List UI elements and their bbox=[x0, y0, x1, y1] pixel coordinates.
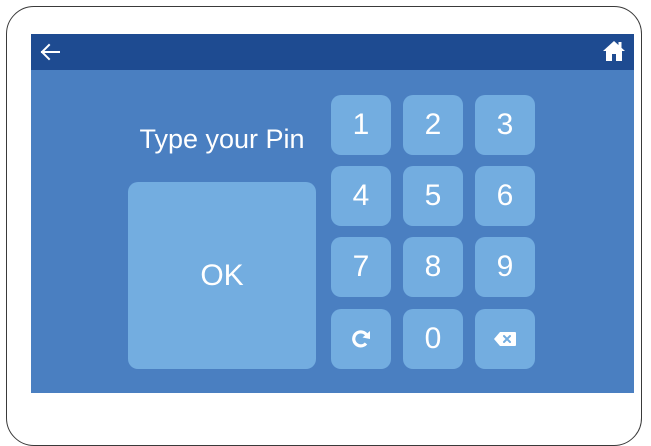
home-button[interactable] bbox=[602, 39, 626, 63]
key-9[interactable]: 9 bbox=[475, 237, 535, 297]
key-3[interactable]: 3 bbox=[475, 95, 535, 155]
key-label: 7 bbox=[352, 250, 370, 283]
key-5[interactable]: 5 bbox=[403, 166, 463, 226]
backspace-icon bbox=[494, 332, 516, 346]
app-screen: Type your Pin OK 1 2 3 4 5 6 7 8 9 0 bbox=[31, 34, 634, 393]
key-2[interactable]: 2 bbox=[403, 95, 463, 155]
home-icon bbox=[603, 41, 625, 61]
key-label: 5 bbox=[424, 179, 442, 212]
refresh-icon bbox=[352, 330, 370, 348]
key-6[interactable]: 6 bbox=[475, 166, 535, 226]
ok-button[interactable]: OK bbox=[128, 182, 316, 369]
back-button[interactable] bbox=[37, 39, 63, 65]
key-label: 8 bbox=[424, 250, 442, 283]
backspace-button[interactable] bbox=[475, 309, 535, 369]
arrow-left-icon bbox=[40, 43, 60, 61]
pin-keypad: 1 2 3 4 5 6 7 8 9 0 bbox=[331, 95, 535, 369]
key-label: 2 bbox=[424, 108, 442, 141]
key-4[interactable]: 4 bbox=[331, 166, 391, 226]
pin-prompt: Type your Pin bbox=[139, 124, 305, 154]
key-label: 4 bbox=[352, 179, 370, 212]
key-label: 9 bbox=[496, 250, 514, 283]
key-7[interactable]: 7 bbox=[331, 237, 391, 297]
refresh-button[interactable] bbox=[331, 309, 391, 369]
key-label: 6 bbox=[496, 179, 514, 212]
key-8[interactable]: 8 bbox=[403, 237, 463, 297]
key-0[interactable]: 0 bbox=[403, 309, 463, 369]
key-label: 0 bbox=[424, 322, 442, 355]
key-label: 1 bbox=[352, 108, 370, 141]
key-label: 3 bbox=[496, 108, 514, 141]
ok-button-label: OK bbox=[200, 258, 244, 292]
key-1[interactable]: 1 bbox=[331, 95, 391, 155]
top-bar bbox=[31, 34, 634, 70]
